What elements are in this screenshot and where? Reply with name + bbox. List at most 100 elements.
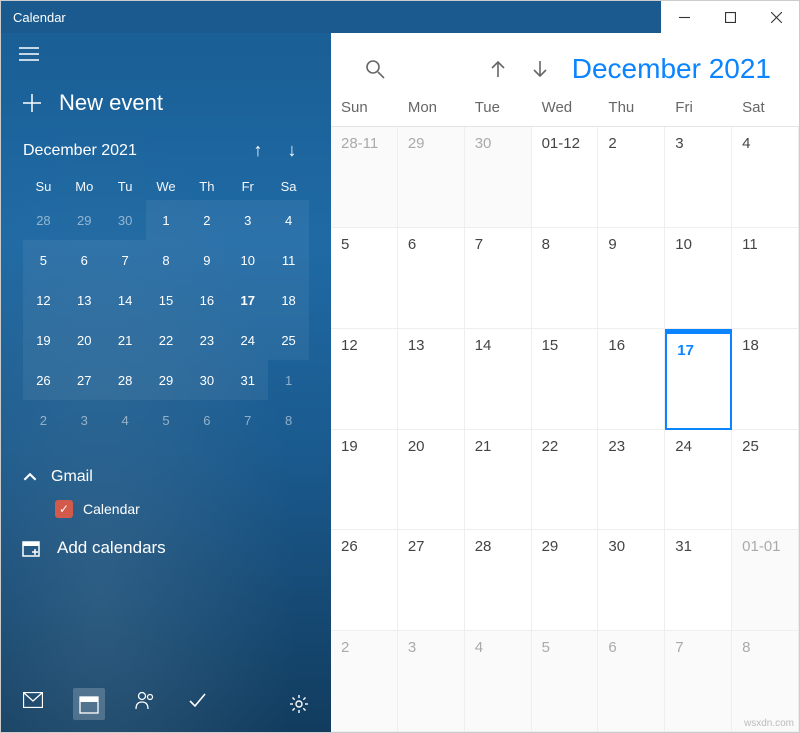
- hamburger-button[interactable]: [1, 33, 331, 80]
- mini-day-cell[interactable]: 5: [146, 400, 187, 440]
- mini-next-button[interactable]: ↓: [275, 140, 309, 161]
- mini-day-cell[interactable]: 4: [105, 400, 146, 440]
- main-day-cell[interactable]: 25: [732, 430, 799, 531]
- maximize-button[interactable]: [707, 1, 753, 33]
- mini-day-cell[interactable]: 10: [227, 240, 268, 280]
- close-button[interactable]: [753, 1, 799, 33]
- add-calendars-button[interactable]: Add calendars: [1, 524, 331, 572]
- calendar-checkbox-icon[interactable]: ✓: [55, 500, 73, 518]
- search-icon[interactable]: [365, 59, 385, 79]
- main-day-cell[interactable]: 5: [331, 228, 398, 329]
- main-day-cell[interactable]: 11: [732, 228, 799, 329]
- prev-month-button[interactable]: [488, 59, 508, 79]
- mini-day-cell[interactable]: 29: [146, 360, 187, 400]
- main-day-cell[interactable]: 01-12: [532, 127, 599, 228]
- mini-day-cell[interactable]: 22: [146, 320, 187, 360]
- main-day-cell[interactable]: 3: [665, 127, 732, 228]
- main-day-cell[interactable]: 4: [732, 127, 799, 228]
- mini-day-cell[interactable]: 2: [186, 200, 227, 240]
- main-day-cell[interactable]: 6: [598, 631, 665, 732]
- main-day-cell[interactable]: 5: [532, 631, 599, 732]
- main-day-cell[interactable]: 29: [398, 127, 465, 228]
- mini-day-cell[interactable]: 21: [105, 320, 146, 360]
- main-day-cell[interactable]: 23: [598, 430, 665, 531]
- main-day-cell[interactable]: 14: [465, 329, 532, 430]
- mini-day-cell[interactable]: 24: [227, 320, 268, 360]
- main-day-cell[interactable]: 13: [398, 329, 465, 430]
- mini-month-label[interactable]: December 2021: [23, 142, 241, 160]
- mini-day-cell[interactable]: 28: [23, 200, 64, 240]
- mail-nav-button[interactable]: [21, 688, 45, 712]
- mini-day-cell[interactable]: 1: [146, 200, 187, 240]
- main-day-cell[interactable]: 8: [732, 631, 799, 732]
- main-day-cell[interactable]: 18: [732, 329, 799, 430]
- mini-day-cell[interactable]: 20: [64, 320, 105, 360]
- mini-day-cell[interactable]: 11: [268, 240, 309, 280]
- main-day-cell[interactable]: 21: [465, 430, 532, 531]
- main-day-cell[interactable]: 20: [398, 430, 465, 531]
- main-day-cell[interactable]: 26: [331, 530, 398, 631]
- mini-day-cell[interactable]: 27: [64, 360, 105, 400]
- mini-day-cell[interactable]: 25: [268, 320, 309, 360]
- main-day-cell[interactable]: 28-11: [331, 127, 398, 228]
- mini-day-cell[interactable]: 31: [227, 360, 268, 400]
- mini-day-cell[interactable]: 29: [64, 200, 105, 240]
- calendar-item[interactable]: ✓ Calendar: [23, 492, 309, 518]
- mini-day-cell[interactable]: 19: [23, 320, 64, 360]
- people-nav-button[interactable]: [133, 688, 157, 712]
- mini-day-cell[interactable]: 13: [64, 280, 105, 320]
- mini-prev-button[interactable]: ↑: [241, 140, 275, 161]
- main-day-cell[interactable]: 16: [598, 329, 665, 430]
- main-day-cell[interactable]: 24: [665, 430, 732, 531]
- mini-day-cell[interactable]: 12: [23, 280, 64, 320]
- mini-day-cell[interactable]: 30: [186, 360, 227, 400]
- main-day-cell[interactable]: 15: [532, 329, 599, 430]
- main-day-cell[interactable]: 17: [665, 329, 732, 430]
- main-day-cell[interactable]: 22: [532, 430, 599, 531]
- mini-day-cell[interactable]: 9: [186, 240, 227, 280]
- settings-nav-button[interactable]: [287, 692, 311, 716]
- mini-day-cell[interactable]: 23: [186, 320, 227, 360]
- mini-day-cell[interactable]: 2: [23, 400, 64, 440]
- new-event-button[interactable]: New event: [1, 80, 331, 140]
- main-day-cell[interactable]: 30: [465, 127, 532, 228]
- mini-day-cell[interactable]: 30: [105, 200, 146, 240]
- main-day-cell[interactable]: 27: [398, 530, 465, 631]
- calendar-nav-button[interactable]: [73, 688, 105, 720]
- mini-day-cell[interactable]: 6: [64, 240, 105, 280]
- main-day-cell[interactable]: 4: [465, 631, 532, 732]
- mini-day-cell[interactable]: 17: [227, 280, 268, 320]
- minimize-button[interactable]: [661, 1, 707, 33]
- mini-day-cell[interactable]: 7: [105, 240, 146, 280]
- mini-day-cell[interactable]: 3: [64, 400, 105, 440]
- mini-day-cell[interactable]: 18: [268, 280, 309, 320]
- mini-day-cell[interactable]: 7: [227, 400, 268, 440]
- mini-day-cell[interactable]: 14: [105, 280, 146, 320]
- main-day-cell[interactable]: 7: [465, 228, 532, 329]
- mini-day-cell[interactable]: 4: [268, 200, 309, 240]
- mini-day-cell[interactable]: 15: [146, 280, 187, 320]
- main-day-cell[interactable]: 31: [665, 530, 732, 631]
- mini-day-cell[interactable]: 16: [186, 280, 227, 320]
- account-gmail[interactable]: Gmail: [23, 462, 309, 492]
- main-day-cell[interactable]: 10: [665, 228, 732, 329]
- next-month-button[interactable]: [530, 59, 550, 79]
- mini-day-cell[interactable]: 26: [23, 360, 64, 400]
- main-day-cell[interactable]: 2: [331, 631, 398, 732]
- main-month-label[interactable]: December 2021: [572, 53, 771, 85]
- main-day-cell[interactable]: 8: [532, 228, 599, 329]
- main-day-cell[interactable]: 01-01: [732, 530, 799, 631]
- main-day-cell[interactable]: 3: [398, 631, 465, 732]
- main-day-cell[interactable]: 9: [598, 228, 665, 329]
- mini-day-cell[interactable]: 8: [268, 400, 309, 440]
- mini-day-cell[interactable]: 8: [146, 240, 187, 280]
- main-day-cell[interactable]: 29: [532, 530, 599, 631]
- main-day-cell[interactable]: 12: [331, 329, 398, 430]
- main-day-cell[interactable]: 7: [665, 631, 732, 732]
- main-day-cell[interactable]: 6: [398, 228, 465, 329]
- main-day-cell[interactable]: 19: [331, 430, 398, 531]
- main-day-cell[interactable]: 30: [598, 530, 665, 631]
- mini-day-cell[interactable]: 6: [186, 400, 227, 440]
- main-day-cell[interactable]: 2: [598, 127, 665, 228]
- mini-day-cell[interactable]: 5: [23, 240, 64, 280]
